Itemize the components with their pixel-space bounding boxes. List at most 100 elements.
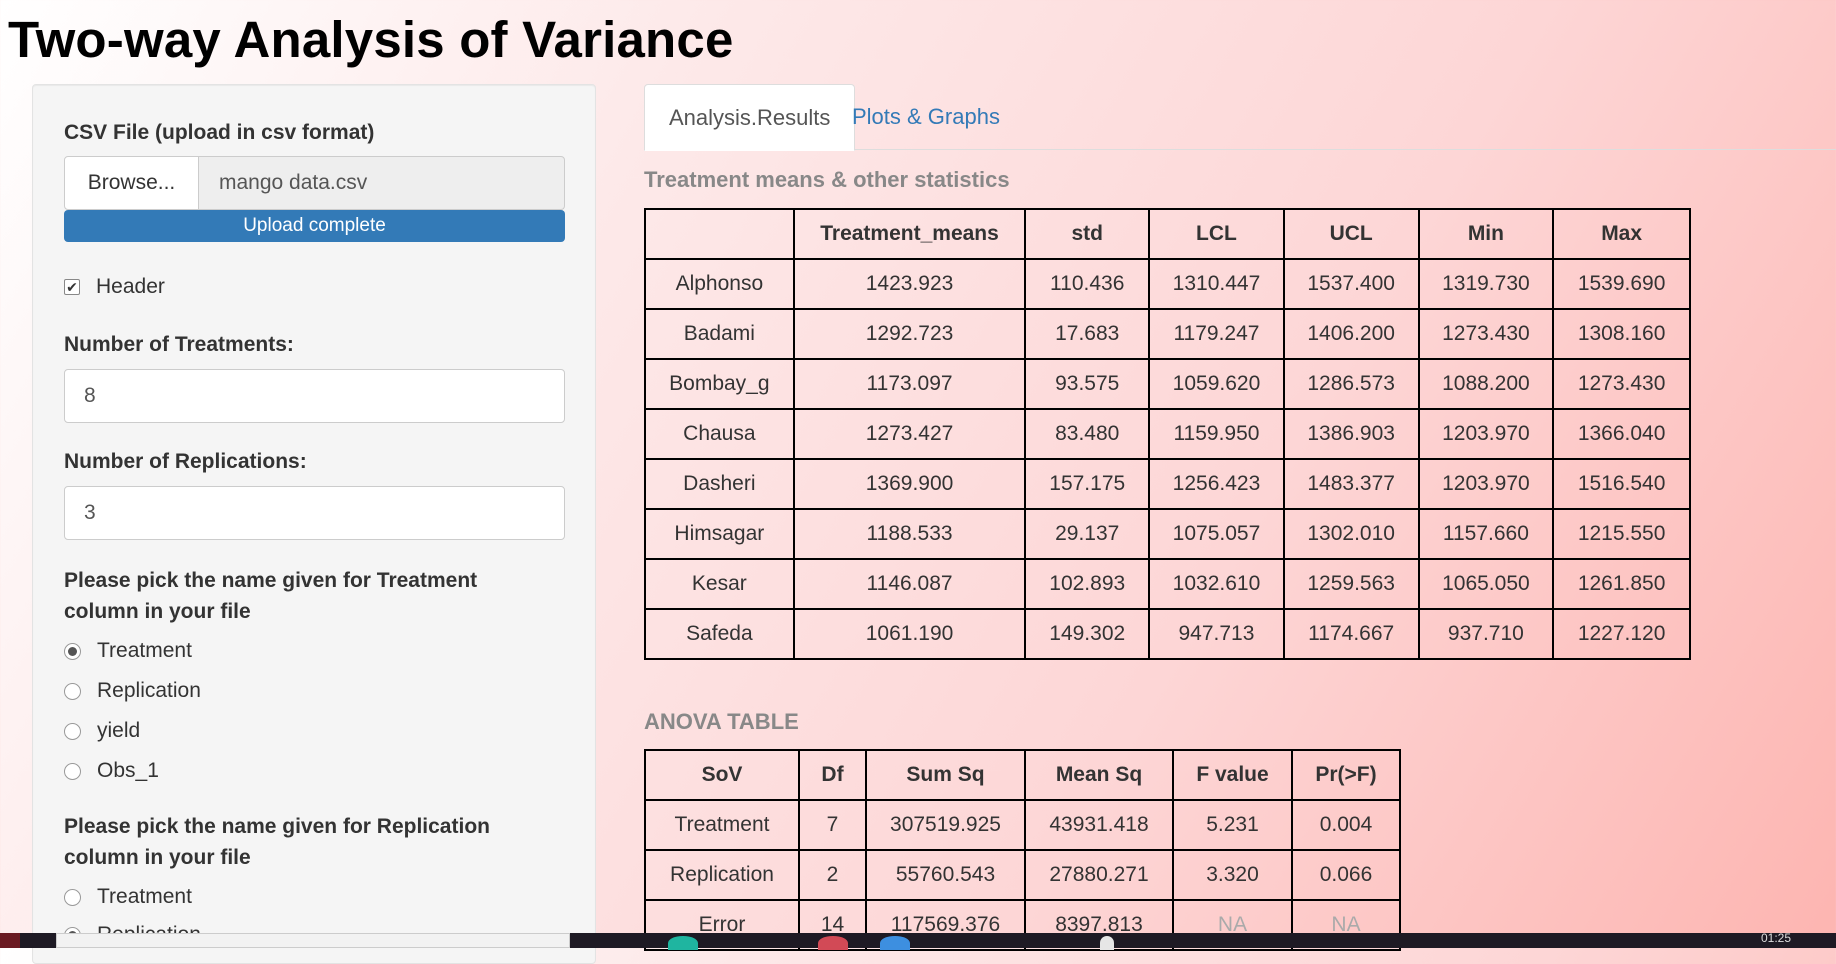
radio-selected-icon[interactable]: [64, 642, 81, 660]
table-cell: 1157.660: [1417, 508, 1555, 560]
table-cell: 1516.540: [1552, 458, 1691, 510]
table-cell: 947.713: [1148, 608, 1285, 660]
table-cell: 43931.418: [1024, 799, 1174, 851]
table-cell: 1292.723: [792, 308, 1027, 360]
radio-icon[interactable]: [64, 722, 81, 740]
table-cell: Chausa: [644, 408, 795, 460]
radio-label: yield: [97, 719, 141, 742]
table-cell: 3.320: [1172, 849, 1293, 901]
treatment-means-table: Treatment_means std LCL UCL Min Max Alph…: [644, 208, 1691, 660]
table-cell: 1369.900: [792, 458, 1027, 510]
upload-progress-bar: Upload complete: [64, 210, 565, 242]
table-cell: 1537.400: [1282, 258, 1420, 310]
table-cell: 1273.430: [1552, 358, 1691, 410]
column-header: Df: [798, 749, 867, 801]
column-header: Mean Sq: [1024, 749, 1174, 801]
table-cell: 1179.247: [1148, 308, 1285, 360]
header-checkbox-label: Header: [96, 275, 165, 298]
column-header: Max: [1552, 208, 1691, 260]
table-cell: 1203.970: [1417, 458, 1555, 510]
table-cell: 1273.427: [792, 408, 1027, 460]
taskbar-search-box[interactable]: [56, 933, 570, 948]
sidebar-panel: CSV File (upload in csv format) Browse..…: [32, 84, 596, 964]
tab-plots-graphs[interactable]: Plots & Graphs: [828, 84, 1024, 150]
table-cell: 1423.923: [792, 258, 1027, 310]
browse-button[interactable]: Browse...: [64, 156, 199, 210]
table-cell: 1286.573: [1282, 358, 1420, 410]
table-header-row: SoV Df Sum Sq Mean Sq F value Pr(>F): [644, 749, 1401, 801]
treatment-col-option[interactable]: Treatment: [64, 639, 192, 663]
os-taskbar: 01:25: [0, 931, 1836, 950]
radio-icon[interactable]: [64, 682, 81, 700]
page-title: Two-way Analysis of Variance: [8, 11, 734, 68]
table-cell: 1302.010: [1282, 508, 1420, 560]
table-cell: 27880.271: [1024, 849, 1174, 901]
table-row: Kesar 1146.087 102.893 1032.610 1259.563 1065…: [644, 558, 1691, 610]
table-cell: 55760.543: [865, 849, 1026, 901]
table-cell: 1065.050: [1417, 558, 1555, 610]
treatments-label: Number of Treatments:: [64, 333, 294, 356]
header-checkbox-row[interactable]: ✔ Header: [64, 275, 165, 299]
radio-label: Obs_1: [97, 759, 159, 782]
table-cell: 1319.730: [1417, 258, 1555, 310]
column-header: Pr(>F): [1291, 749, 1401, 801]
table-cell: 1227.120: [1552, 608, 1691, 660]
table-cell: 1259.563: [1282, 558, 1420, 610]
tab-analysis-results[interactable]: Analysis.Results: [644, 84, 856, 151]
table-cell: 0.066: [1291, 849, 1401, 901]
table-cell: Dasheri: [644, 458, 795, 510]
treatment-column-label: Please pick the name given for Treatment…: [64, 569, 478, 623]
table-cell: 1059.620: [1148, 358, 1285, 410]
table-cell: 1215.550: [1552, 508, 1691, 560]
table-cell: 1203.970: [1417, 408, 1555, 460]
start-button[interactable]: [0, 933, 20, 948]
taskbar-clock[interactable]: 01:25: [1761, 931, 1791, 945]
table-cell: 1539.690: [1552, 258, 1691, 310]
table-cell: 5.231: [1172, 799, 1293, 851]
column-header: std: [1024, 208, 1151, 260]
radio-icon[interactable]: [64, 888, 81, 906]
replications-input[interactable]: 3: [64, 486, 565, 540]
table-row: Chausa 1273.427 83.480 1159.950 1386.903 1203…: [644, 408, 1691, 460]
treatment-col-option[interactable]: Obs_1: [64, 759, 159, 783]
table-cell: 1159.950: [1148, 408, 1285, 460]
radio-label: Replication: [97, 679, 201, 702]
table-row: Replication 2 55760.543 27880.271 3.320 0.066: [644, 849, 1401, 901]
table-cell: Alphonso: [644, 258, 795, 310]
table-cell: Himsagar: [644, 508, 795, 560]
table-cell: 1075.057: [1148, 508, 1285, 560]
table-row: Dasheri 1369.900 157.175 1256.423 1483.377 12…: [644, 458, 1691, 510]
table-cell: 1386.903: [1282, 408, 1420, 460]
table-cell: 1188.533: [792, 508, 1027, 560]
table-cell: Safeda: [644, 608, 795, 660]
table-cell: 0.004: [1291, 799, 1401, 851]
treatment-col-option[interactable]: yield: [64, 719, 140, 743]
table-row: Alphonso 1423.923 110.436 1310.447 1537.400 1…: [644, 258, 1691, 310]
radio-icon[interactable]: [64, 762, 81, 780]
table-cell: 1173.097: [792, 358, 1027, 410]
replication-col-option[interactable]: Treatment: [64, 885, 192, 909]
table-cell: Badami: [644, 308, 795, 360]
file-name-field[interactable]: mango data.csv: [199, 156, 565, 210]
table-row: Himsagar 1188.533 29.137 1075.057 1302.010 11…: [644, 508, 1691, 560]
treatments-input[interactable]: 8: [64, 369, 565, 423]
treatment-col-option[interactable]: Replication: [64, 679, 201, 703]
replications-label: Number of Replications:: [64, 450, 307, 473]
table-cell: 1406.200: [1282, 308, 1420, 360]
table-cell: 1061.190: [792, 608, 1027, 660]
table-cell: Kesar: [644, 558, 795, 610]
anova-heading: ANOVA TABLE: [644, 709, 799, 734]
table-cell: 1308.160: [1552, 308, 1691, 360]
table-cell: 1310.447: [1148, 258, 1285, 310]
table-cell: 29.137: [1024, 508, 1151, 560]
table-cell: 1174.667: [1282, 608, 1420, 660]
table-cell: Replication: [644, 849, 800, 901]
header-checkbox[interactable]: ✔: [64, 279, 80, 295]
table-cell: 1088.200: [1417, 358, 1555, 410]
table-cell: 157.175: [1024, 458, 1151, 510]
table-cell: 110.436: [1024, 258, 1151, 310]
column-header: SoV: [644, 749, 800, 801]
table-cell: 937.710: [1417, 608, 1555, 660]
table-row: Bombay_g 1173.097 93.575 1059.620 1286.573 10…: [644, 358, 1691, 410]
radio-label: Treatment: [97, 885, 192, 908]
